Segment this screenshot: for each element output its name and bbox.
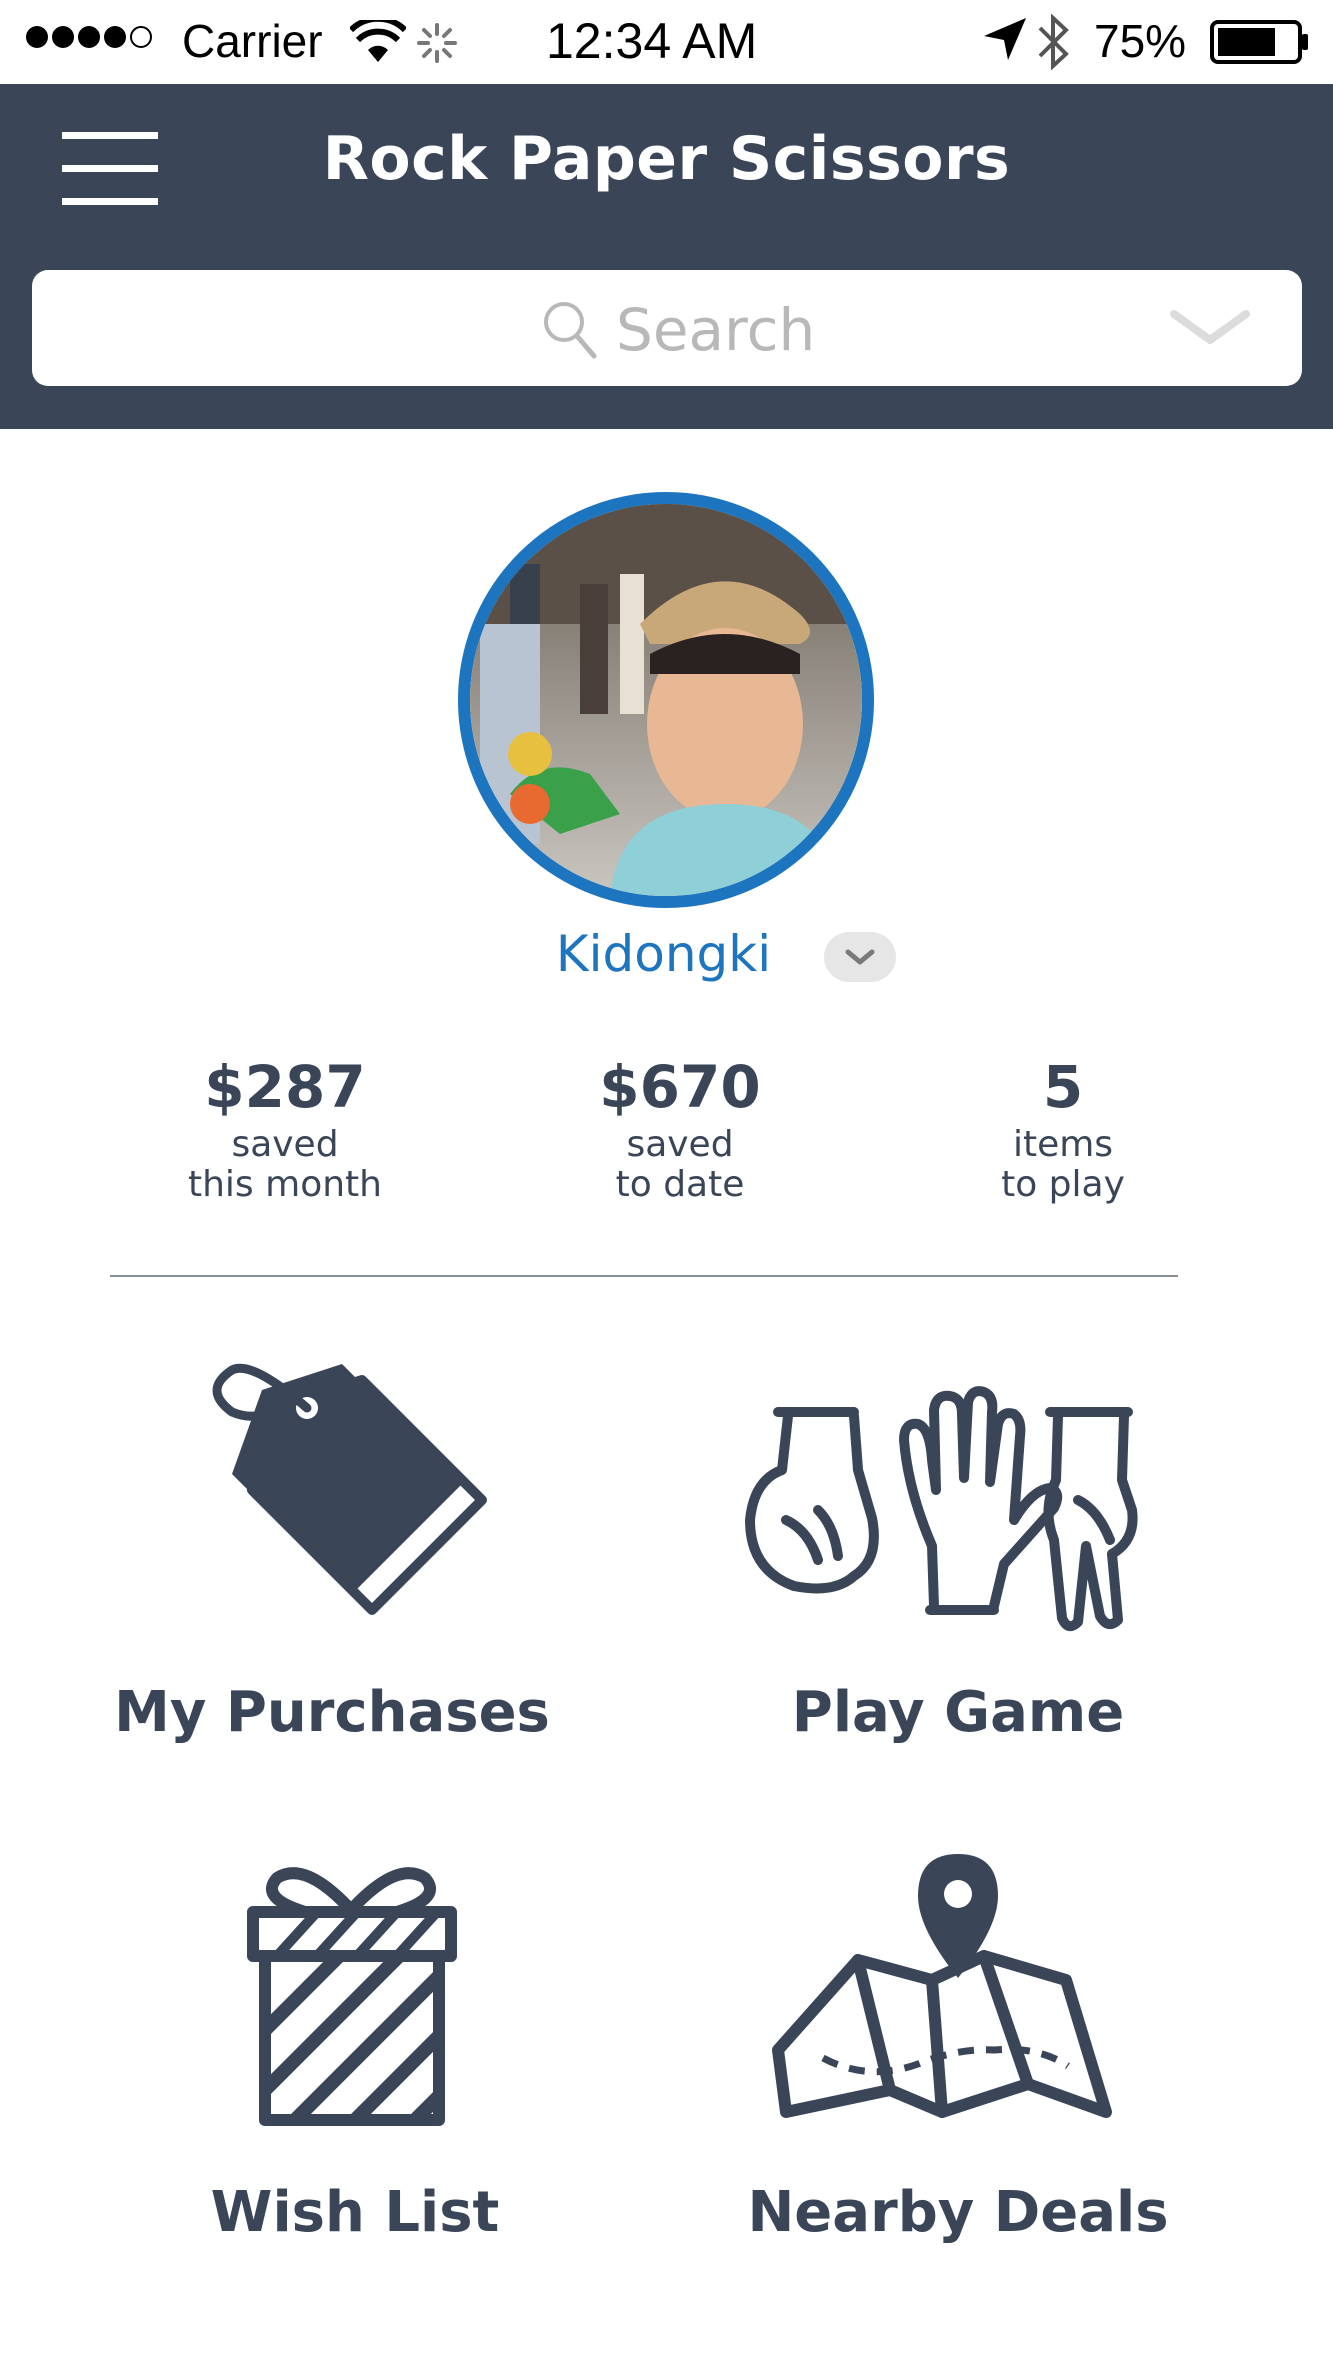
menu-my-purchases[interactable]: My Purchases: [32, 1350, 632, 1770]
stat-value: 5: [1042, 1053, 1084, 1121]
stat-saved-this-month: $287 saved this month: [135, 1052, 435, 1205]
search-placeholder: Search: [616, 296, 816, 364]
chevron-down-icon: [845, 949, 875, 965]
stat-label-line2: to play: [1001, 1164, 1125, 1205]
menu-nearby-deals[interactable]: Nearby Deals: [658, 1850, 1258, 2270]
carrier-name: Carrier: [182, 15, 323, 67]
stat-label-line1: items: [1012, 1124, 1114, 1165]
wifi-icon: [348, 15, 408, 68]
stat-saved-to-date: $670 saved to date: [530, 1052, 830, 1205]
user-dropdown-button[interactable]: [824, 932, 896, 982]
stat-label-line1: saved: [231, 1124, 339, 1165]
clock: 12:34 AM: [546, 13, 758, 69]
search-input[interactable]: Search: [32, 270, 1302, 386]
status-bar: Carrier 12:34 AM 75%: [0, 0, 1333, 84]
stat-label-line2: this month: [188, 1164, 382, 1205]
username[interactable]: Kidongki: [0, 925, 1333, 983]
stat-value: $670: [599, 1053, 761, 1121]
rock-paper-scissors-hands-icon: [658, 1350, 1258, 1650]
battery-icon: [1210, 20, 1310, 68]
bluetooth-icon: [1036, 13, 1072, 74]
price-tag-icon: [32, 1350, 632, 1650]
menu-play-game[interactable]: Play Game: [658, 1350, 1258, 1770]
chevron-down-icon[interactable]: [1168, 308, 1252, 352]
gift-box-icon: [55, 1850, 655, 2150]
location-arrow-icon: [982, 16, 1028, 66]
stat-items-to-play: 5 items to play: [913, 1052, 1213, 1205]
map-pin-icon: [658, 1850, 1258, 2150]
menu-wish-list[interactable]: Wish List: [55, 1850, 655, 2270]
profile-photo: [470, 504, 862, 896]
divider: [110, 1275, 1178, 1277]
tile-label: Nearby Deals: [747, 2180, 1169, 2245]
activity-spinner-icon: [416, 22, 458, 68]
stat-value: $287: [204, 1053, 366, 1121]
avatar[interactable]: [458, 492, 874, 908]
stat-label-line2: to date: [615, 1164, 745, 1205]
page-title: Rock Paper Scissors: [322, 124, 1011, 194]
app-header: Rock Paper Scissors Search: [0, 84, 1333, 429]
tile-label: Play Game: [791, 1680, 1125, 1745]
tile-label: My Purchases: [114, 1680, 550, 1745]
tile-label: Wish List: [210, 2180, 500, 2245]
stat-label-line1: saved: [626, 1124, 734, 1165]
signal-strength-icon: [26, 26, 156, 52]
search-icon: [542, 300, 598, 364]
battery-percent: 75%: [1094, 15, 1187, 67]
